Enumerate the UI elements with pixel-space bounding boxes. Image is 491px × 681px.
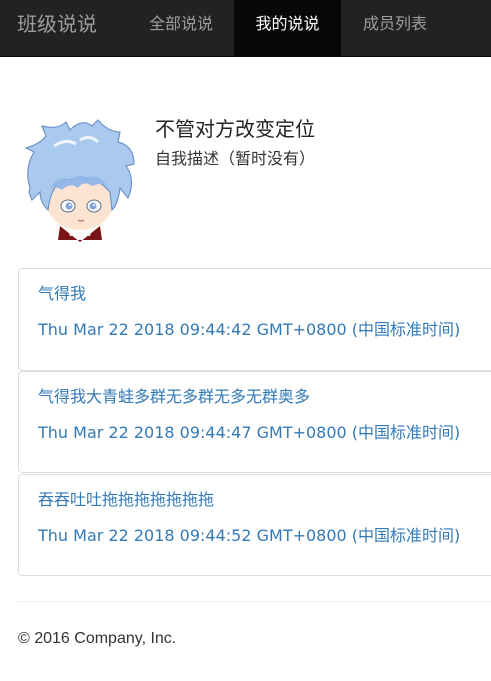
post-card: 气得我大青蛙多群无多群无多无群奥多 Thu Mar 22 2018 09:44:… [18,371,491,473]
post-timestamp[interactable]: Thu Mar 22 2018 09:44:52 GMT+0800 (中国标准时… [38,523,460,549]
profile-bio: 自我描述（暂时没有） [155,149,316,168]
post-text[interactable]: 吞吞吐吐拖拖拖拖拖拖拖 [38,487,214,513]
anime-avatar-icon [24,119,135,242]
post-card: 气得我 Thu Mar 22 2018 09:44:42 GMT+0800 (中… [18,268,491,371]
post-timestamp[interactable]: Thu Mar 22 2018 09:44:47 GMT+0800 (中国标准时… [38,420,460,446]
post-card: 吞吞吐吐拖拖拖拖拖拖拖 Thu Mar 22 2018 09:44:52 GMT… [18,474,491,576]
top-navbar: 班级说说 全部说说 我的说说 成员列表 [0,0,491,57]
nav-tab-my-posts[interactable]: 我的说说 [234,0,341,56]
brand-logo[interactable]: 班级说说 [17,9,97,39]
profile-name: 不管对方改变定位 [155,117,315,141]
nav-tab-all-posts[interactable]: 全部说说 [131,0,231,56]
footer-divider [18,601,491,602]
post-timestamp[interactable]: Thu Mar 22 2018 09:44:42 GMT+0800 (中国标准时… [38,317,460,343]
nav-tab-member-list[interactable]: 成员列表 [343,0,447,56]
post-text[interactable]: 气得我 [38,281,86,307]
post-text[interactable]: 气得我大青蛙多群无多群无多无群奥多 [38,384,310,410]
footer-copyright: © 2016 Company, Inc. [18,630,177,647]
